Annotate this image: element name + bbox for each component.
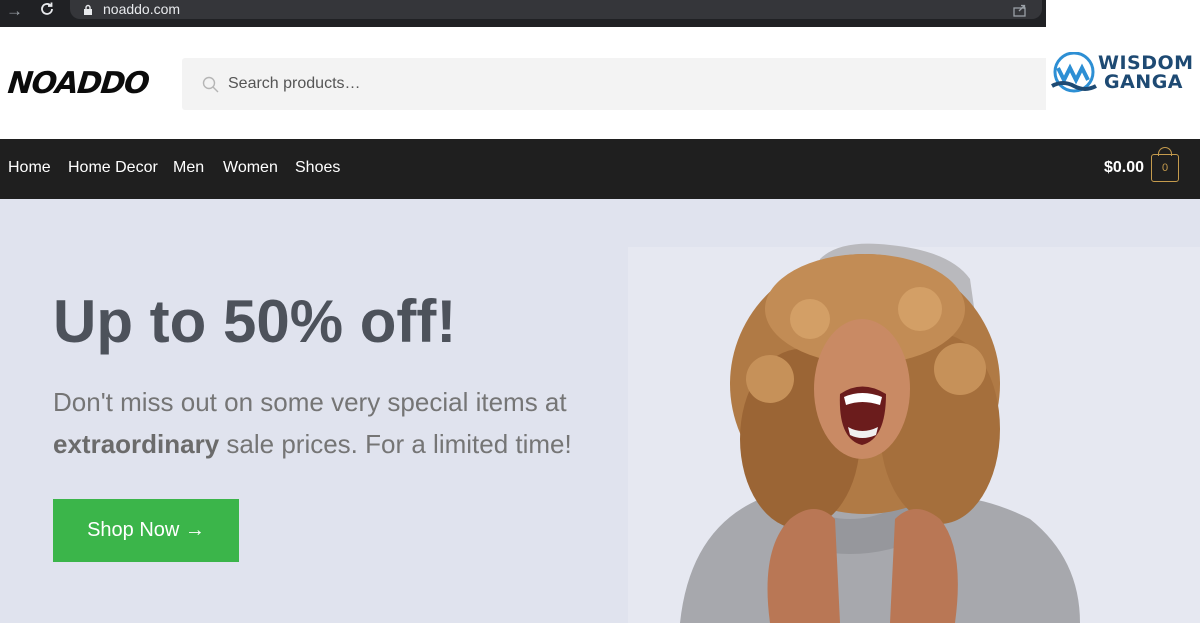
lock-icon — [84, 4, 92, 15]
nav-item-women[interactable]: Women — [223, 159, 278, 177]
address-bar[interactable] — [70, 0, 1042, 19]
search-input[interactable] — [228, 73, 1008, 95]
watermark: WISDOM GANGA — [1046, 0, 1200, 151]
nav-item-home[interactable]: Home — [8, 159, 51, 177]
watermark-line2: GANGA — [1104, 71, 1184, 93]
watermark-text: WISDOM GANGA — [1098, 54, 1194, 92]
hero-description: Don't miss out on some very special item… — [53, 381, 613, 465]
nav-item-home-decor[interactable]: Home Decor — [68, 159, 158, 177]
nav-item-men[interactable]: Men — [173, 159, 204, 177]
site-logo[interactable]: NOADDO — [6, 66, 150, 101]
cart-total[interactable]: $0.00 — [1104, 159, 1144, 177]
main-nav: Home Home Decor Men Women Shoes $0.00 0 — [0, 139, 1200, 199]
hero-text-part2: sale prices. For a limited time! — [219, 429, 572, 459]
hero-photo — [680, 243, 1080, 623]
wave-logo-icon — [1051, 52, 1097, 93]
reload-icon[interactable] — [38, 0, 56, 18]
cart-count-badge[interactable]: 0 — [1151, 154, 1179, 182]
shop-now-button[interactable]: Shop Now → — [53, 499, 239, 562]
browser-toolbar: → noaddo.com — [0, 0, 1046, 27]
hero-text-part1: Don't miss out on some very special item… — [53, 387, 567, 417]
hero-title: Up to 50% off! — [53, 288, 457, 355]
hero-banner: Up to 50% off! Don't miss out on some ve… — [0, 199, 1200, 623]
nav-item-shoes[interactable]: Shoes — [295, 159, 340, 177]
search-icon — [202, 76, 219, 93]
hero-text-bold: extraordinary — [53, 429, 220, 459]
search-bar[interactable] — [182, 58, 1046, 110]
share-icon[interactable] — [1012, 2, 1028, 18]
forward-arrow-icon[interactable]: → — [6, 1, 23, 21]
url-text[interactable]: noaddo.com — [103, 1, 180, 18]
shop-now-label: Shop Now → — [87, 519, 205, 541]
